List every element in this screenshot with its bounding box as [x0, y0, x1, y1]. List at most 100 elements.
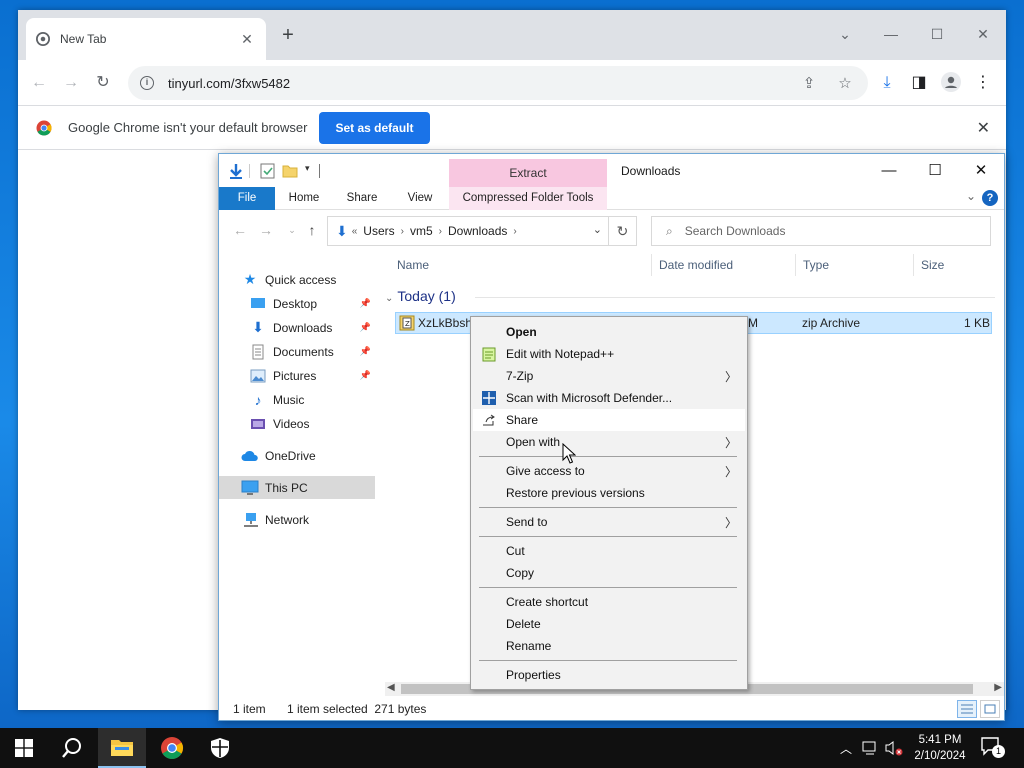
menu-item-scan-defender[interactable]: Scan with Microsoft Defender...: [473, 387, 745, 409]
nav-quick-access[interactable]: ★ Quick access: [241, 268, 397, 291]
nav-videos[interactable]: Videos: [249, 412, 375, 435]
action-center-button[interactable]: 1: [980, 736, 1006, 760]
menu-item-send-to[interactable]: Send to 〉: [473, 511, 745, 533]
address-dropdown-icon[interactable]: ⌄: [593, 223, 602, 236]
ribbon-tab-compressed-folder-tools[interactable]: Compressed Folder Tools: [449, 187, 607, 210]
menu-item-create-shortcut[interactable]: Create shortcut: [473, 591, 745, 613]
breadcrumb-vm5[interactable]: vm5: [410, 224, 433, 238]
url-text[interactable]: tinyurl.com/3fxw5482: [168, 76, 784, 91]
site-info-icon[interactable]: i: [140, 76, 154, 90]
help-icon[interactable]: ?: [982, 190, 998, 206]
menu-item-copy[interactable]: Copy: [473, 562, 745, 584]
set-as-default-button[interactable]: Set as default: [319, 111, 430, 144]
ribbon-tab-home[interactable]: Home: [275, 187, 333, 210]
forward-icon[interactable]: →: [60, 72, 82, 94]
infobar-close-icon[interactable]: ✕: [977, 118, 990, 138]
new-tab-button[interactable]: +: [276, 24, 300, 48]
taskbar-security[interactable]: [196, 728, 244, 768]
details-view-button[interactable]: [957, 700, 977, 718]
menu-item-edit-notepad[interactable]: Edit with Notepad++: [473, 343, 745, 365]
forward-arrow-icon[interactable]: →: [257, 222, 275, 238]
start-button[interactable]: [0, 728, 48, 768]
breadcrumb-chevron-icon[interactable]: ›: [401, 226, 404, 237]
taskbar-chrome[interactable]: [148, 728, 196, 768]
taskbar-file-explorer[interactable]: [98, 728, 146, 768]
nav-music[interactable]: ♪ Music: [249, 388, 375, 411]
nav-this-pc[interactable]: This PC: [219, 476, 375, 499]
menu-item-7zip[interactable]: 7-Zip 〉: [473, 365, 745, 387]
menu-item-open-with[interactable]: Open with 〉: [473, 431, 745, 453]
customize-toolbar-dropdown[interactable]: ▾: [305, 163, 310, 174]
chrome-menu-icon[interactable]: ⋮: [972, 72, 994, 94]
ribbon-tab-view[interactable]: View: [391, 187, 449, 210]
menu-item-delete[interactable]: Delete: [473, 613, 745, 635]
scroll-right-icon[interactable]: ▶: [994, 682, 1002, 693]
column-name[interactable]: Name: [385, 250, 653, 280]
menu-label: Open with: [506, 435, 561, 449]
properties-checkmark-icon[interactable]: [259, 162, 277, 180]
download-icon[interactable]: ⤓: [876, 72, 898, 94]
menu-item-give-access[interactable]: Give access to 〉: [473, 460, 745, 482]
refresh-button[interactable]: ↻: [609, 216, 637, 246]
menu-label: 7-Zip: [506, 369, 534, 383]
ribbon-tab-share[interactable]: Share: [333, 187, 391, 210]
close-window-button[interactable]: ✕: [960, 18, 1006, 50]
breadcrumb-overflow[interactable]: «: [352, 226, 358, 237]
menu-item-open[interactable]: Open: [473, 321, 745, 343]
menu-item-properties[interactable]: Properties: [473, 664, 745, 686]
ribbon-tabs: File Home Share View Compressed Folder T…: [219, 187, 1004, 210]
large-icons-view-button[interactable]: [980, 700, 1000, 718]
scroll-left-icon[interactable]: ◀: [387, 682, 395, 693]
group-header-today[interactable]: ⌄ Today (1): [385, 288, 456, 304]
breadcrumb-downloads[interactable]: Downloads: [448, 224, 507, 238]
recent-locations-chevron-icon[interactable]: ⌄: [283, 225, 301, 236]
back-icon[interactable]: ←: [28, 72, 50, 94]
nav-documents[interactable]: Documents 📌: [249, 340, 375, 363]
maximize-button[interactable]: ☐: [914, 18, 960, 50]
nav-onedrive[interactable]: OneDrive: [241, 444, 397, 467]
explorer-close-button[interactable]: ✕: [958, 158, 1004, 184]
explorer-address-bar[interactable]: ⬇ « Users › vm5 › Downloads › ⌄: [327, 216, 609, 246]
tab-close-icon[interactable]: ✕: [238, 31, 256, 48]
group-label: Today (1): [397, 288, 456, 304]
tray-overflow-chevron-icon[interactable]: ︿: [840, 740, 852, 757]
ribbon-tab-file[interactable]: File: [219, 187, 275, 210]
menu-item-restore-versions[interactable]: Restore previous versions: [473, 482, 745, 504]
column-size[interactable]: Size: [909, 250, 989, 280]
nav-downloads[interactable]: ⬇ Downloads 📌: [249, 316, 375, 339]
volume-muted-icon[interactable]: [884, 740, 904, 756]
menu-item-rename[interactable]: Rename: [473, 635, 745, 657]
tab-search-icon[interactable]: ⌄: [822, 18, 868, 50]
extract-contextual-tab[interactable]: Extract: [449, 159, 607, 187]
menu-item-share[interactable]: Share: [473, 409, 745, 431]
column-date-modified[interactable]: Date modified: [647, 250, 795, 280]
search-downloads-input[interactable]: ⌕ Search Downloads: [651, 216, 991, 246]
reload-icon[interactable]: ↻: [92, 72, 114, 94]
breadcrumb-users[interactable]: Users: [363, 224, 394, 238]
ribbon-expand-chevron-icon[interactable]: ⌄: [966, 189, 976, 203]
address-bar[interactable]: i tinyurl.com/3fxw5482 ⇪ ☆: [128, 66, 868, 100]
system-clock[interactable]: 5:41 PM 2/10/2024: [908, 732, 972, 764]
tab-new-tab[interactable]: New Tab ✕: [26, 18, 266, 60]
collapse-chevron-icon[interactable]: ⌄: [385, 293, 393, 304]
explorer-maximize-button[interactable]: ☐: [912, 158, 958, 184]
minimize-button[interactable]: —: [868, 18, 914, 50]
menu-item-cut[interactable]: Cut: [473, 540, 745, 562]
profile-avatar-icon[interactable]: [940, 72, 962, 94]
nav-network[interactable]: Network: [241, 508, 397, 531]
share-icon[interactable]: ⇪: [798, 74, 820, 92]
new-folder-icon[interactable]: [281, 162, 299, 180]
network-tray-icon[interactable]: [862, 740, 880, 756]
back-arrow-icon[interactable]: ←: [231, 222, 249, 238]
breadcrumb-chevron-icon[interactable]: ›: [513, 226, 516, 237]
bookmark-star-icon[interactable]: ☆: [834, 74, 856, 92]
quick-access-download-icon[interactable]: [227, 162, 245, 180]
up-arrow-icon[interactable]: ↑: [303, 222, 321, 238]
explorer-minimize-button[interactable]: —: [866, 158, 912, 184]
nav-desktop[interactable]: Desktop 📌: [249, 292, 375, 315]
nav-pictures[interactable]: Pictures 📌: [249, 364, 375, 387]
breadcrumb-chevron-icon[interactable]: ›: [439, 226, 442, 237]
side-panel-icon[interactable]: ◨: [908, 72, 930, 94]
taskbar-search-button[interactable]: [48, 728, 96, 768]
column-type[interactable]: Type: [791, 250, 909, 280]
